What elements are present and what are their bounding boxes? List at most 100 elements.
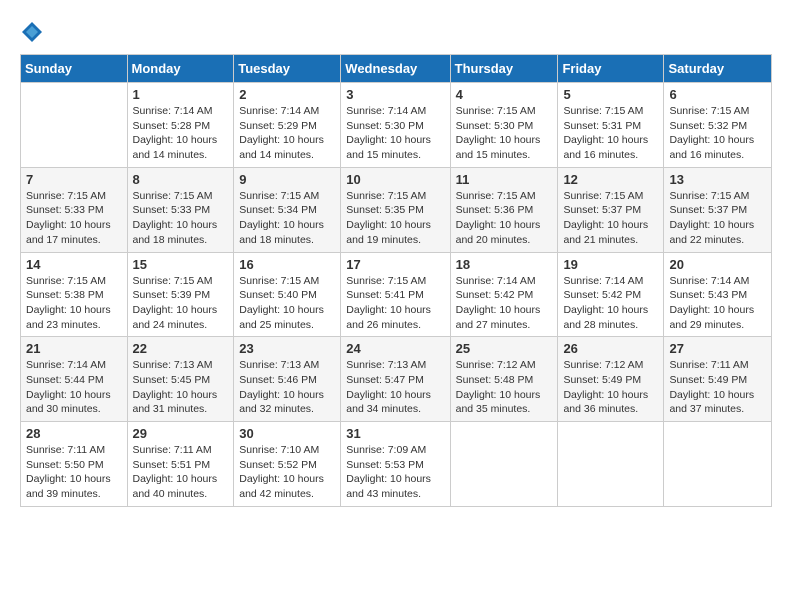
day-number: 31 [346,426,444,441]
day-info: Sunrise: 7:15 AM Sunset: 5:36 PM Dayligh… [456,189,553,248]
day-number: 11 [456,172,553,187]
calendar-cell [450,422,558,507]
day-info: Sunrise: 7:14 AM Sunset: 5:28 PM Dayligh… [133,104,229,163]
calendar-cell: 9Sunrise: 7:15 AM Sunset: 5:34 PM Daylig… [234,167,341,252]
day-info: Sunrise: 7:12 AM Sunset: 5:48 PM Dayligh… [456,358,553,417]
day-info: Sunrise: 7:13 AM Sunset: 5:46 PM Dayligh… [239,358,335,417]
calendar-cell: 22 Sunrise: 7:13 AM Sunset: 5:45 PM Dayli… [127,337,234,422]
day-info: Sunrise: 7:14 AM Sunset: 5:44 PM Dayligh… [26,358,122,417]
day-number: 18 [456,257,553,272]
column-header-saturday: Saturday [664,55,772,83]
day-info: Sunrise: 7:14 AM Sunset: 5:43 PM Dayligh… [669,274,766,333]
column-header-thursday: Thursday [450,55,558,83]
day-number: 26 [563,341,658,356]
calendar-cell: 12 Sunrise: 7:15 AM Sunset: 5:37 PM Dayli… [558,167,664,252]
day-info: Sunrise: 7:15 AM Sunset: 5:32 PM Dayligh… [669,104,766,163]
calendar-cell: 31 Sunrise: 7:09 AM Sunset: 5:53 PM Dayli… [341,422,450,507]
day-number: 7 [26,172,122,187]
column-header-tuesday: Tuesday [234,55,341,83]
day-number: 8 [133,172,229,187]
day-info: Sunrise: 7:14 AM Sunset: 5:42 PM Dayligh… [456,274,553,333]
day-info: Sunrise: 7:15 AM Sunset: 5:30 PM Dayligh… [456,104,553,163]
day-number: 6 [669,87,766,102]
calendar-cell: 20 Sunrise: 7:14 AM Sunset: 5:43 PM Dayli… [664,252,772,337]
calendar-cell [21,83,128,168]
day-number: 14 [26,257,122,272]
column-header-friday: Friday [558,55,664,83]
day-number: 13 [669,172,766,187]
day-info: Sunrise: 7:15 AM Sunset: 5:41 PM Dayligh… [346,274,444,333]
calendar-week-row: 1 Sunrise: 7:14 AM Sunset: 5:28 PM Daylig… [21,83,772,168]
day-info: Sunrise: 7:11 AM Sunset: 5:49 PM Dayligh… [669,358,766,417]
calendar-cell: 5 Sunrise: 7:15 AM Sunset: 5:31 PM Daylig… [558,83,664,168]
day-info: Sunrise: 7:14 AM Sunset: 5:42 PM Dayligh… [563,274,658,333]
day-number: 1 [133,87,229,102]
day-info: Sunrise: 7:11 AM Sunset: 5:51 PM Dayligh… [133,443,229,502]
calendar-cell: 21 Sunrise: 7:14 AM Sunset: 5:44 PM Dayli… [21,337,128,422]
logo [20,20,46,44]
day-info: Sunrise: 7:15 AM Sunset: 5:40 PM Dayligh… [239,274,335,333]
day-number: 2 [239,87,335,102]
calendar-cell: 17 Sunrise: 7:15 AM Sunset: 5:41 PM Dayli… [341,252,450,337]
calendar-table: SundayMondayTuesdayWednesdayThursdayFrid… [20,54,772,507]
day-number: 27 [669,341,766,356]
day-info: Sunrise: 7:09 AM Sunset: 5:53 PM Dayligh… [346,443,444,502]
day-number: 5 [563,87,658,102]
page-header [20,20,772,44]
calendar-cell: 2 Sunrise: 7:14 AM Sunset: 5:29 PM Daylig… [234,83,341,168]
day-info: Sunrise: 7:15 AM Sunset: 5:37 PM Dayligh… [563,189,658,248]
day-number: 15 [133,257,229,272]
day-number: 16 [239,257,335,272]
calendar-cell: 1 Sunrise: 7:14 AM Sunset: 5:28 PM Daylig… [127,83,234,168]
day-info: Sunrise: 7:13 AM Sunset: 5:45 PM Dayligh… [133,358,229,417]
calendar-week-row: 14Sunrise: 7:15 AM Sunset: 5:38 PM Dayli… [21,252,772,337]
day-number: 9 [239,172,335,187]
calendar-cell: 11 Sunrise: 7:15 AM Sunset: 5:36 PM Dayli… [450,167,558,252]
calendar-cell: 10 Sunrise: 7:15 AM Sunset: 5:35 PM Dayli… [341,167,450,252]
calendar-cell: 7 Sunrise: 7:15 AM Sunset: 5:33 PM Daylig… [21,167,128,252]
calendar-cell: 25 Sunrise: 7:12 AM Sunset: 5:48 PM Dayli… [450,337,558,422]
calendar-week-row: 21 Sunrise: 7:14 AM Sunset: 5:44 PM Dayli… [21,337,772,422]
column-header-wednesday: Wednesday [341,55,450,83]
calendar-cell: 26 Sunrise: 7:12 AM Sunset: 5:49 PM Dayli… [558,337,664,422]
logo-icon [20,20,44,44]
day-info: Sunrise: 7:14 AM Sunset: 5:29 PM Dayligh… [239,104,335,163]
day-number: 23 [239,341,335,356]
day-number: 12 [563,172,658,187]
calendar-cell: 6 Sunrise: 7:15 AM Sunset: 5:32 PM Daylig… [664,83,772,168]
day-number: 17 [346,257,444,272]
day-info: Sunrise: 7:13 AM Sunset: 5:47 PM Dayligh… [346,358,444,417]
day-number: 3 [346,87,444,102]
day-number: 19 [563,257,658,272]
calendar-cell: 14Sunrise: 7:15 AM Sunset: 5:38 PM Dayli… [21,252,128,337]
calendar-cell: 19 Sunrise: 7:14 AM Sunset: 5:42 PM Dayli… [558,252,664,337]
day-info: Sunrise: 7:15 AM Sunset: 5:33 PM Dayligh… [133,189,229,248]
calendar-cell: 24 Sunrise: 7:13 AM Sunset: 5:47 PM Dayli… [341,337,450,422]
calendar-cell: 29Sunrise: 7:11 AM Sunset: 5:51 PM Dayli… [127,422,234,507]
day-info: Sunrise: 7:11 AM Sunset: 5:50 PM Dayligh… [26,443,122,502]
calendar-cell: 28Sunrise: 7:11 AM Sunset: 5:50 PM Dayli… [21,422,128,507]
calendar-week-row: 28Sunrise: 7:11 AM Sunset: 5:50 PM Dayli… [21,422,772,507]
day-info: Sunrise: 7:15 AM Sunset: 5:35 PM Dayligh… [346,189,444,248]
column-header-sunday: Sunday [21,55,128,83]
day-number: 24 [346,341,444,356]
calendar-cell: 16 Sunrise: 7:15 AM Sunset: 5:40 PM Dayli… [234,252,341,337]
day-number: 25 [456,341,553,356]
calendar-header-row: SundayMondayTuesdayWednesdayThursdayFrid… [21,55,772,83]
day-info: Sunrise: 7:15 AM Sunset: 5:39 PM Dayligh… [133,274,229,333]
calendar-cell [558,422,664,507]
calendar-cell: 15 Sunrise: 7:15 AM Sunset: 5:39 PM Dayli… [127,252,234,337]
calendar-cell: 23 Sunrise: 7:13 AM Sunset: 5:46 PM Dayli… [234,337,341,422]
calendar-cell: 13Sunrise: 7:15 AM Sunset: 5:37 PM Dayli… [664,167,772,252]
day-info: Sunrise: 7:15 AM Sunset: 5:31 PM Dayligh… [563,104,658,163]
day-number: 20 [669,257,766,272]
day-number: 22 [133,341,229,356]
day-info: Sunrise: 7:14 AM Sunset: 5:30 PM Dayligh… [346,104,444,163]
day-info: Sunrise: 7:15 AM Sunset: 5:33 PM Dayligh… [26,189,122,248]
day-info: Sunrise: 7:12 AM Sunset: 5:49 PM Dayligh… [563,358,658,417]
calendar-cell: 18 Sunrise: 7:14 AM Sunset: 5:42 PM Dayli… [450,252,558,337]
calendar-week-row: 7 Sunrise: 7:15 AM Sunset: 5:33 PM Daylig… [21,167,772,252]
day-number: 21 [26,341,122,356]
day-info: Sunrise: 7:10 AM Sunset: 5:52 PM Dayligh… [239,443,335,502]
day-number: 10 [346,172,444,187]
